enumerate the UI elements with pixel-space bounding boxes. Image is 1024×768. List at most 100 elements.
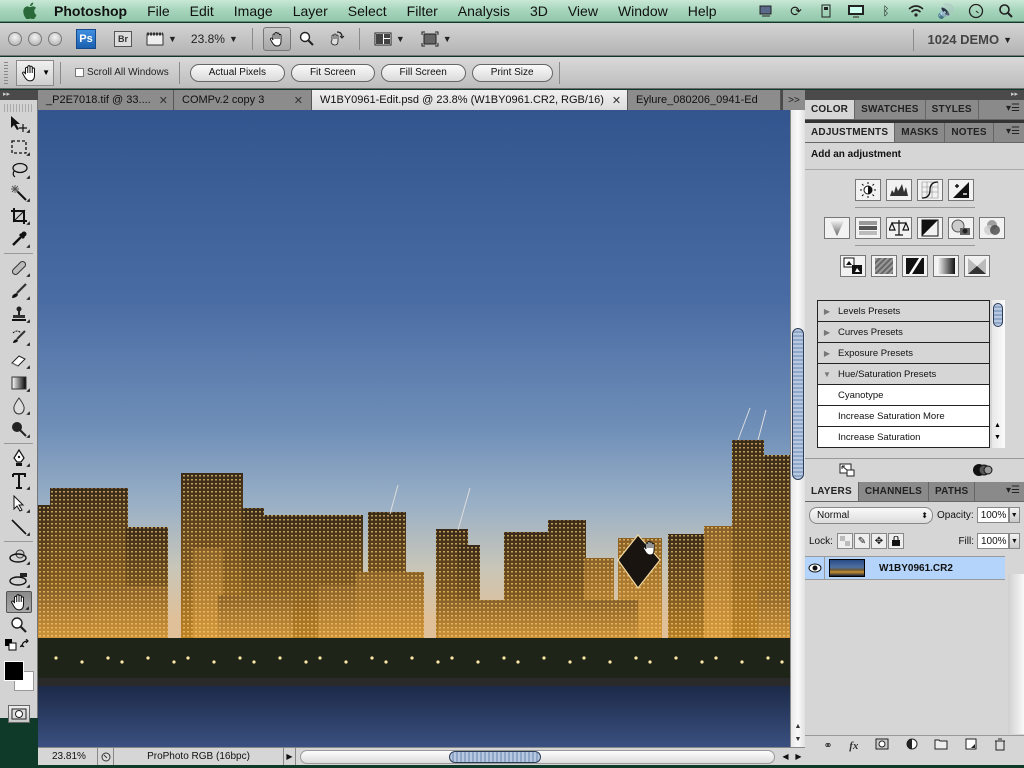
scroll-left-arrow[interactable]: ◀ [782,752,788,761]
wifi-icon[interactable] [906,2,926,20]
opacity-input[interactable]: 100% [976,507,1009,523]
foreground-color-swatch[interactable] [3,661,24,681]
tool-preset-picker[interactable]: ▼ [16,59,54,86]
document-tab[interactable]: Eylure_080206_0941-Ed [628,90,781,110]
lock-position-icon[interactable]: ✥ [870,533,887,549]
3d-camera-tool[interactable] [6,568,32,590]
rotate-view-tool-button[interactable] [327,30,345,48]
screen-mode-button[interactable]: ▼ [421,31,452,47]
brightness-contrast-button[interactable] [855,179,881,201]
lasso-tool[interactable] [6,159,32,181]
eyedropper-tool[interactable] [6,228,32,250]
minimize-window-button[interactable] [28,32,42,46]
clock-icon[interactable] [966,2,986,20]
menu-select[interactable]: Select [338,0,397,22]
tab-masks[interactable]: MASKS [895,123,946,142]
tab-adjustments[interactable]: ADJUSTMENTS [805,123,896,142]
menu-analysis[interactable]: Analysis [448,0,520,22]
presets-scrollbar[interactable]: ▲ ▼ [992,300,1005,448]
swap-colors-icon[interactable] [20,639,32,651]
exposure-button[interactable] [948,179,974,201]
scroll-up-arrow[interactable]: ▲ [791,720,805,732]
move-tool[interactable] [6,113,32,135]
menu-help[interactable]: Help [678,0,727,22]
tools-grip[interactable] [4,104,33,112]
lock-pixels-icon[interactable]: ✎ [853,533,870,549]
disclosure-triangle-icon[interactable]: ▶ [818,328,836,337]
hand-tool-button[interactable] [262,27,291,51]
tools-panel-header[interactable]: ▸▸ [0,90,38,100]
posterize-button[interactable] [870,255,897,277]
vibrance-button[interactable] [824,217,850,239]
selective-color-button[interactable] [963,255,990,277]
panel-menu-icon[interactable]: ▾☰ [1006,103,1020,114]
healing-brush-tool[interactable] [6,257,32,279]
scroll-down-arrow[interactable]: ▼ [791,733,805,745]
blend-mode-select[interactable]: Normal ⬍ [809,506,933,524]
clone-stamp-tool[interactable] [6,303,32,325]
menu-file[interactable]: File [137,0,180,22]
color-balance-button[interactable] [886,217,912,239]
preset-group-levels[interactable]: ▶ Levels Presets [818,301,989,322]
menu-image[interactable]: Image [224,0,283,22]
tab-channels[interactable]: CHANNELS [859,482,930,501]
fit-screen-button[interactable]: Fit Screen [290,63,375,82]
options-bar-grip[interactable] [4,61,8,84]
photo-filter-button[interactable] [948,217,974,239]
panel-dock-header[interactable]: ▸▸ [805,90,1024,100]
horizontal-scroll-thumb[interactable] [449,750,541,763]
magic-wand-tool[interactable] [6,182,32,204]
threshold-button[interactable] [901,255,928,277]
marquee-tool[interactable] [6,136,32,158]
scroll-all-windows-checkbox[interactable]: Scroll All Windows [75,67,169,78]
tab-paths[interactable]: PATHS [929,482,976,501]
document-tab[interactable]: COMPv.2 copy 3 ✕ [174,90,312,110]
crop-tool[interactable] [6,205,32,227]
eraser-tool[interactable] [6,349,32,371]
panel-menu-icon[interactable]: ▾☰ [1006,126,1020,137]
fx-icon[interactable]: fx [849,740,858,752]
hand-tool[interactable] [5,591,32,613]
close-icon[interactable]: ✕ [151,94,168,107]
preset-item[interactable]: Increase Saturation More [818,406,989,427]
spotlight-search-icon[interactable] [996,2,1016,20]
preset-group-hue-saturation[interactable]: ▼ Hue/Saturation Presets [818,364,989,385]
menu-filter[interactable]: Filter [397,0,448,22]
opacity-slider-button[interactable]: ▼ [1008,507,1020,523]
black-white-button[interactable] [917,217,943,239]
gradient-map-button[interactable] [932,255,959,277]
zoom-window-button[interactable] [48,32,62,46]
layers-scrollbar[interactable] [1008,574,1024,734]
disclosure-triangle-icon[interactable]: ▶ [818,307,836,316]
menu-view[interactable]: View [558,0,608,22]
view-extras-button[interactable]: ▼ [146,31,177,47]
document-tab[interactable]: _P2E7018.tif @ 33.... ✕ [38,90,174,110]
gradient-tool[interactable] [6,372,32,394]
zoom-tool[interactable] [6,614,32,636]
menu-app-photoshop[interactable]: Photoshop [54,0,137,22]
tab-overflow-button[interactable]: >> [783,90,805,110]
eye-visibility-icon[interactable] [805,556,825,580]
new-layer-icon[interactable] [965,738,977,753]
tab-swatches[interactable]: SWATCHES [855,100,926,119]
link-layers-icon[interactable]: ⚭ [823,739,832,752]
status-menu-arrow[interactable]: ▶ [284,748,296,765]
invert-button[interactable] [839,255,866,277]
brush-tool[interactable] [6,280,32,302]
return-to-list-icon[interactable] [839,463,855,477]
new-adjustment-layer-icon[interactable] [906,738,918,753]
trash-icon[interactable] [994,738,1006,754]
dodge-tool[interactable] [6,418,32,440]
layer-row[interactable]: W1BY0961.CR2 [805,556,1005,580]
sync-icon[interactable]: ⟳ [786,2,806,20]
volume-icon[interactable]: 🔊 [936,2,956,20]
fill-slider-button[interactable]: ▼ [1009,533,1020,549]
screen-sharing-icon[interactable] [756,2,776,20]
line-tool[interactable] [6,516,32,538]
disclosure-triangle-expanded-icon[interactable]: ▼ [818,370,836,379]
tab-layers[interactable]: LAYERS [805,482,859,501]
menu-window[interactable]: Window [608,0,678,22]
apple-menu-icon[interactable] [16,0,42,22]
close-icon[interactable]: ✕ [604,94,621,107]
pen-tool[interactable] [6,447,32,469]
